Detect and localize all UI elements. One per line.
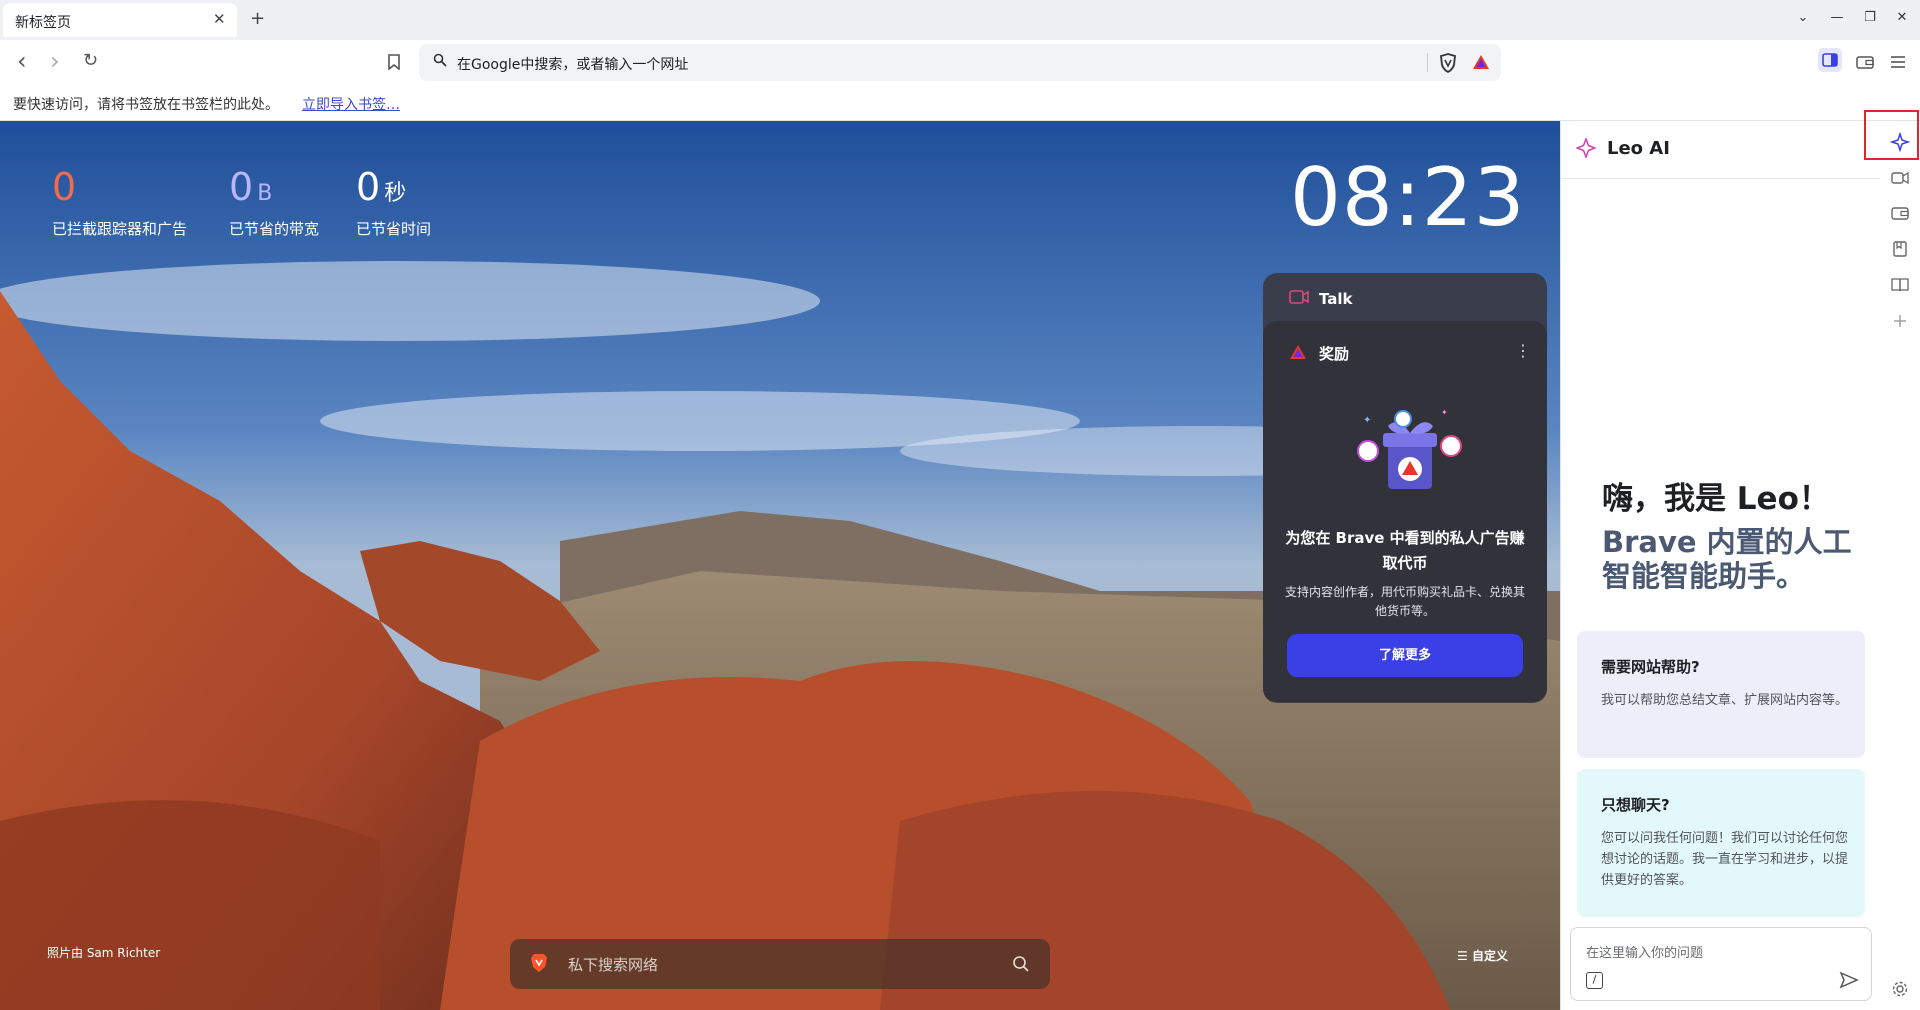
leo-chat-input[interactable]: 在这里输入你的问题 / <box>1570 927 1872 1001</box>
rewards-title: 奖励 <box>1319 345 1350 363</box>
leo-greeting: 嗨，我是 Leo！ <box>1602 481 1830 517</box>
svg-text:✦: ✦ <box>1363 415 1371 426</box>
search-placeholder: 私下搜索网络 <box>568 956 659 974</box>
restore-button[interactable]: ❐ <box>1861 10 1879 25</box>
video-camera-icon <box>1289 290 1309 304</box>
stat-value: 0 <box>52 165 77 209</box>
wallet-icon[interactable] <box>1890 203 1910 223</box>
settings-gear-icon[interactable] <box>1890 979 1910 999</box>
tab-title: 新标签页 <box>15 15 71 31</box>
tab-list-icon[interactable]: ⌄ <box>1794 10 1812 25</box>
stat-label: 已拦截跟踪器和广告 <box>52 220 188 238</box>
divider <box>1427 53 1428 72</box>
tab-close-icon[interactable]: ✕ <box>213 10 226 28</box>
stat-value: 0B <box>229 165 273 209</box>
slash-commands-button[interactable]: / <box>1586 972 1603 989</box>
new-tab-button[interactable]: + <box>250 8 265 29</box>
rewards-headline: 为您在 Brave 中看到的私人广告赚取代币 <box>1285 529 1525 572</box>
bat-logo-icon <box>1290 345 1306 359</box>
card-title: 只想聊天? <box>1601 796 1670 814</box>
brave-shields-icon[interactable] <box>1439 53 1457 73</box>
sidebar-rail <box>1880 121 1920 1010</box>
stat-value: 0秒 <box>356 165 407 209</box>
minimize-button[interactable]: — <box>1828 10 1846 25</box>
customize-button[interactable]: ☰ 自定义 <box>1457 947 1508 964</box>
tab-strip: 新标签页 ✕ + ⌄ — ❐ ✕ <box>0 0 1920 40</box>
leo-header: Leo AI <box>1561 121 1881 179</box>
suggestion-card-chat[interactable]: 只想聊天? 您可以问我任何问题！我们可以讨论任何您想讨论的话题。我一直在学习和进… <box>1577 769 1865 917</box>
wallet-icon[interactable] <box>1854 51 1876 73</box>
bookmarks-bar: 要快速访问，请将书签放在书签栏的此处。 立即导入书签… <box>0 85 1920 121</box>
leo-sparkle-icon <box>1576 138 1596 158</box>
close-window-button[interactable]: ✕ <box>1893 10 1911 25</box>
svg-text:✦: ✦ <box>1441 408 1448 417</box>
bookmarks-icon[interactable] <box>1890 239 1910 259</box>
menu-icon[interactable] <box>1887 51 1909 73</box>
rewards-description: 支持内容创作者，用代币购买礼品卡、兑换其他货币等。 <box>1284 585 1525 618</box>
import-bookmarks-link[interactable]: 立即导入书签… <box>302 94 400 114</box>
address-bar[interactable]: 在Google中搜索，或者输入一个网址 <box>419 44 1501 81</box>
suggestion-card-website-help[interactable]: 需要网站帮助? 我可以帮助您总结文章、扩展网站内容等。 <box>1577 631 1865 758</box>
sidebar-icon <box>1822 53 1838 67</box>
stat-label: 已节省的带宽 <box>229 220 320 238</box>
back-button[interactable]: ‹ <box>17 47 27 75</box>
add-icon[interactable] <box>1890 311 1910 331</box>
sliders-icon: ☰ <box>1457 949 1472 963</box>
search-icon <box>433 53 447 67</box>
reading-list-icon[interactable] <box>1890 275 1910 295</box>
private-search-box[interactable]: 私下搜索网络 <box>510 939 1050 989</box>
brave-logo-icon <box>531 954 547 972</box>
card-body: 您可以问我任何问题！我们可以讨论任何您想讨论的话题。我一直在学习和进步，以提供更… <box>1601 831 1849 888</box>
bookmarks-bar-hint: 要快速访问，请将书签放在书签栏的此处。 <box>13 97 279 113</box>
toolbar: ‹ › ↻ 在Google中搜索，或者输入一个网址 <box>0 40 1920 85</box>
search-icon[interactable] <box>1012 955 1030 973</box>
learn-more-button[interactable]: 了解更多 <box>1287 634 1523 677</box>
reload-button[interactable]: ↻ <box>83 50 98 71</box>
more-options-icon[interactable]: ⋮ <box>1515 341 1531 360</box>
bookmark-icon[interactable] <box>388 54 400 70</box>
forward-button[interactable]: › <box>50 47 60 75</box>
leo-subtitle: Brave 内置的人工智能智能助手。 <box>1602 525 1852 593</box>
video-camera-icon[interactable] <box>1890 168 1910 188</box>
talk-title: Talk <box>1319 290 1353 308</box>
new-tab-page: 0 已拦截跟踪器和广告 0B 已节省的带宽 0秒 已节省时间 08:23 Tal… <box>0 121 1560 1010</box>
card-title: 需要网站帮助? <box>1601 658 1700 676</box>
brave-rewards-icon[interactable] <box>1472 53 1490 71</box>
photo-credit[interactable]: 照片由 Sam Richter <box>47 944 160 961</box>
send-icon[interactable] <box>1839 971 1859 989</box>
leo-ai-panel: Leo AI 嗨，我是 Leo！ Brave 内置的人工智能智能助手。 需要网站… <box>1560 121 1881 1010</box>
rewards-widget: 奖励 ⋮ ✦ ✦ 为您在 Brave 中看到的私人广告赚取代币 支持内容创作者，… <box>1263 321 1547 702</box>
sidebar-toggle-button[interactable] <box>1818 48 1842 72</box>
stat-label: 已节省时间 <box>356 220 432 238</box>
leo-title: Leo AI <box>1607 138 1670 159</box>
tab-new-tab[interactable]: 新标签页 ✕ <box>3 3 237 37</box>
leo-input-placeholder: 在这里输入你的问题 <box>1586 946 1704 961</box>
clock: 08:23 <box>1290 151 1526 244</box>
card-body: 我可以帮助您总结文章、扩展网站内容等。 <box>1601 693 1849 708</box>
rewards-gift-illustration: ✦ ✦ <box>1357 408 1462 489</box>
address-bar-placeholder: 在Google中搜索，或者输入一个网址 <box>457 57 689 73</box>
leo-button-highlight <box>1864 110 1919 160</box>
